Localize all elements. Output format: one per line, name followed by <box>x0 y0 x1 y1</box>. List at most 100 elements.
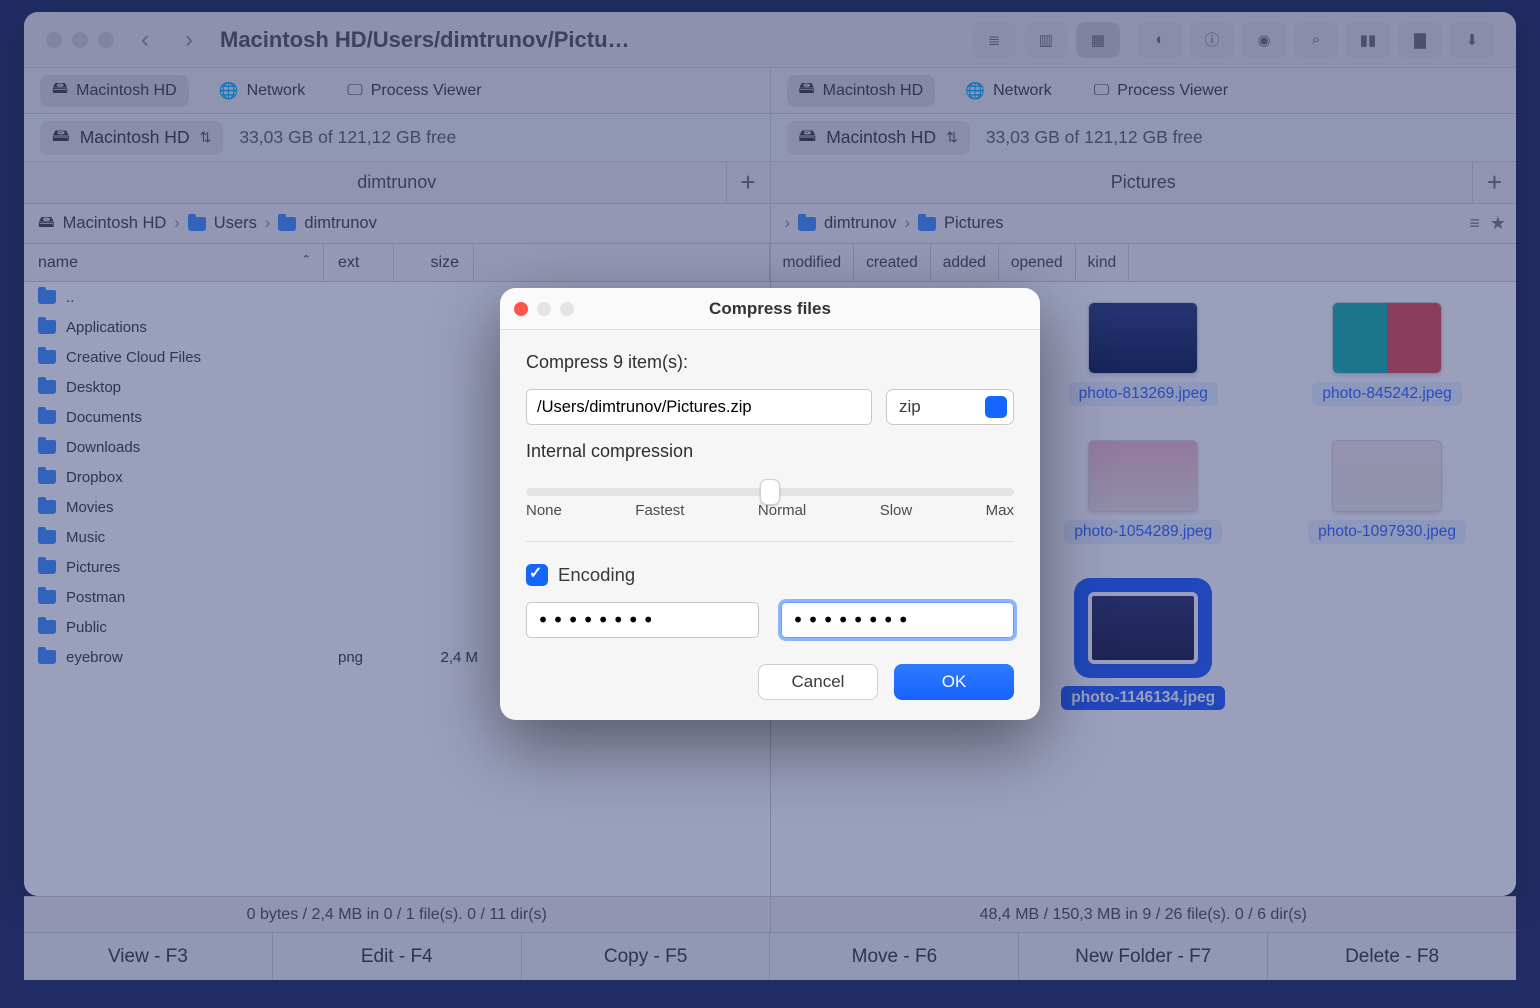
location-process-viewer[interactable]: 🖵 Process Viewer <box>335 75 493 107</box>
status-left: 0 bytes / 2,4 MB in 0 / 1 file(s). 0 / 1… <box>24 896 771 932</box>
thumbnail-caption: photo-1146134.jpeg <box>1061 686 1225 710</box>
breadcrumb-right[interactable]: › dimtrunov› Pictures ≡ ★ <box>771 204 1517 244</box>
col-size[interactable]: size <box>394 244 474 281</box>
location-hd[interactable]: 🖴 Macintosh HD <box>787 75 936 107</box>
close-icon[interactable] <box>46 32 62 48</box>
download-button[interactable]: ⬇ <box>1450 22 1494 58</box>
list-icon: ≣ <box>988 31 1001 49</box>
thumbnail-caption: photo-813269.jpeg <box>1069 382 1218 406</box>
search-button[interactable]: ⌕ <box>1294 22 1338 58</box>
view-columns-button[interactable]: ▥ <box>1024 22 1068 58</box>
back-button[interactable]: ‹ <box>132 27 158 53</box>
thumbnail-item[interactable]: photo-845242.jpeg <box>1287 302 1487 406</box>
command-button[interactable]: Edit - F4 <box>273 932 522 980</box>
folder-icon <box>798 217 816 231</box>
archive-path-input[interactable] <box>526 389 872 425</box>
thumbnail-item[interactable]: photo-1146134.jpeg <box>1043 578 1243 710</box>
view-list-button[interactable]: ≣ <box>972 22 1016 58</box>
encoding-checkbox[interactable] <box>526 564 548 586</box>
compress-heading: Compress 9 item(s): <box>526 352 1014 373</box>
view-icons-button[interactable]: ▦ <box>1076 22 1120 58</box>
col-modified[interactable]: modified <box>771 244 855 281</box>
compression-section-label: Internal compression <box>526 441 1014 462</box>
folder-button[interactable]: ▇ <box>1398 22 1442 58</box>
location-network[interactable]: 🌐 Network <box>207 75 318 107</box>
col-opened[interactable]: opened <box>999 244 1076 281</box>
globe-icon: 🌐 <box>219 81 239 101</box>
folder-icon <box>278 217 296 231</box>
archive-format-select[interactable]: zip <box>886 389 1014 425</box>
dialog-titlebar: Compress files <box>500 288 1040 330</box>
pause-icon: ▮▮ <box>1360 31 1377 49</box>
drive-select-right[interactable]: 🖴 Macintosh HD ⇅ <box>787 121 970 155</box>
password-confirm-input[interactable] <box>781 602 1014 638</box>
thumbnail-item[interactable]: photo-813269.jpeg <box>1043 302 1243 406</box>
cancel-button[interactable]: Cancel <box>758 664 878 700</box>
pause-button[interactable]: ▮▮ <box>1346 22 1390 58</box>
breadcrumb-left[interactable]: 🖴 Macintosh HD› Users› dimtrunov <box>24 204 770 244</box>
password-input[interactable] <box>526 602 759 638</box>
command-button[interactable]: View - F3 <box>24 932 273 980</box>
quicklook-button[interactable]: ◉ <box>1242 22 1286 58</box>
folder-icon <box>38 530 56 544</box>
folder-icon <box>38 470 56 484</box>
favorite-icon[interactable]: ★ <box>1490 213 1506 234</box>
col-created[interactable]: created <box>854 244 931 281</box>
command-button[interactable]: Delete - F8 <box>1268 932 1516 980</box>
col-ext[interactable]: ext <box>324 244 394 281</box>
tab-label-left[interactable]: dimtrunov <box>357 172 436 193</box>
window-title: Macintosh HD/Users/dimtrunov/Pictu… <box>220 27 630 53</box>
thumbnail-caption: photo-1097930.jpeg <box>1308 520 1466 544</box>
location-process-viewer[interactable]: 🖵 Process Viewer <box>1082 75 1240 107</box>
command-button[interactable]: Move - F6 <box>770 932 1019 980</box>
chevron-up-down-icon: ⇅ <box>946 129 958 146</box>
thumbnail-item[interactable]: photo-1097930.jpeg <box>1287 440 1487 544</box>
col-name[interactable]: name ˆ <box>24 244 324 281</box>
download-icon: ⬇ <box>1466 31 1479 49</box>
thumbnail-item[interactable]: photo-1054289.jpeg <box>1043 440 1243 544</box>
folder-icon <box>188 217 206 231</box>
locations-bar-left: 🖴 Macintosh HD 🌐 Network 🖵 Process Viewe… <box>24 68 770 114</box>
forward-button[interactable]: › <box>176 27 202 53</box>
drive-select-left[interactable]: 🖴 Macintosh HD ⇅ <box>40 121 223 155</box>
compression-slider[interactable]: NoneFastestNormalSlowMax <box>526 478 1014 519</box>
globe-icon: 🌐 <box>965 81 985 101</box>
location-hd[interactable]: 🖴 Macintosh HD <box>40 75 189 107</box>
folder-icon: ▇ <box>1414 31 1426 49</box>
zoom-icon[interactable] <box>98 32 114 48</box>
drive-icon: 🖴 <box>799 77 815 104</box>
ok-button[interactable]: OK <box>894 664 1014 700</box>
minimize-icon[interactable] <box>72 32 88 48</box>
command-button[interactable]: Copy - F5 <box>522 932 771 980</box>
folder-icon <box>38 440 56 454</box>
folder-icon <box>38 620 56 634</box>
slider-thumb[interactable] <box>760 479 780 505</box>
free-space-right: 33,03 GB of 121,12 GB free <box>986 127 1203 148</box>
thumbnail-caption: photo-845242.jpeg <box>1312 382 1461 406</box>
add-tab-left[interactable]: + <box>726 162 770 203</box>
monitor-icon: 🖵 <box>347 82 362 100</box>
columns-icon: ▥ <box>1039 31 1053 49</box>
window-traffic-lights[interactable] <box>46 32 114 48</box>
compress-dialog: Compress files Compress 9 item(s): zip I… <box>500 288 1040 720</box>
col-kind[interactable]: kind <box>1076 244 1129 281</box>
dialog-zoom-icon <box>560 302 574 316</box>
drive-icon: 🖴 <box>799 123 817 153</box>
drive-icon: 🖴 <box>52 123 70 153</box>
folder-icon <box>38 590 56 604</box>
folder-icon <box>38 500 56 514</box>
list-header-left: name ˆ ext size <box>24 244 770 282</box>
folder-icon <box>38 410 56 424</box>
location-network[interactable]: 🌐 Network <box>953 75 1064 107</box>
command-button[interactable]: New Folder - F7 <box>1019 932 1268 980</box>
col-rest <box>474 244 770 281</box>
dialog-close-icon[interactable] <box>514 302 528 316</box>
info-button[interactable]: ⓘ <box>1190 22 1234 58</box>
add-tab-right[interactable]: + <box>1472 162 1516 203</box>
list-view-icon[interactable]: ≡ <box>1469 213 1480 234</box>
tab-label-right[interactable]: Pictures <box>1111 172 1176 193</box>
col-added[interactable]: added <box>931 244 999 281</box>
binoculars-icon: ⌕ <box>1312 31 1320 48</box>
toggle-button[interactable]: ◐ <box>1138 22 1182 58</box>
drive-icon: 🖴 <box>38 210 55 238</box>
